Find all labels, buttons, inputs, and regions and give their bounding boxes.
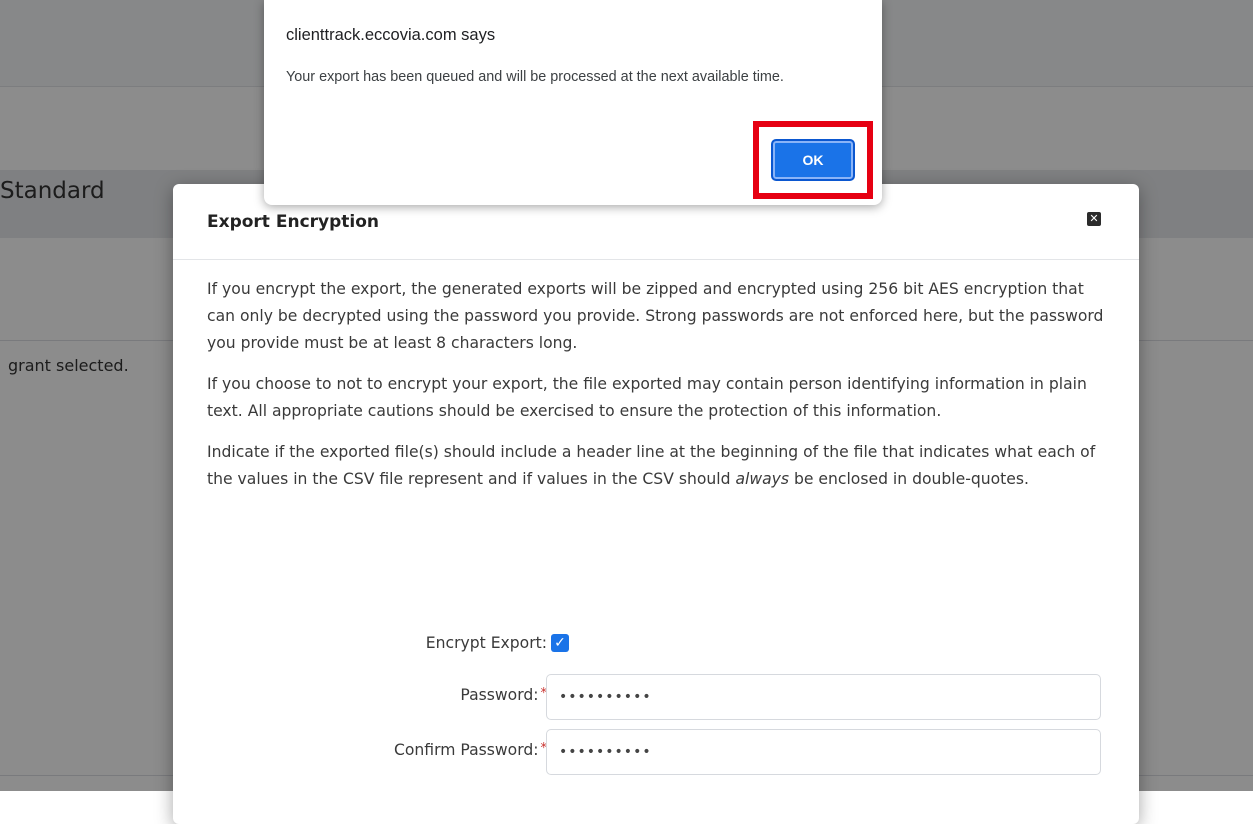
export-encryption-modal: Export Encryption ✕ If you encrypt the e… <box>173 184 1139 824</box>
emphasis-text: always <box>735 470 790 488</box>
password-input[interactable]: •••••••••• <box>546 674 1101 720</box>
modal-title: Export Encryption <box>207 212 380 232</box>
header-line-info-paragraph: Indicate if the exported file(s) should … <box>207 439 1113 493</box>
close-icon[interactable]: ✕ <box>1087 212 1101 226</box>
modal-body: If you encrypt the export, the generated… <box>207 276 1113 507</box>
encrypt-export-label: Encrypt Export: <box>425 634 547 652</box>
password-label: Password: * <box>460 686 547 704</box>
alert-message: Your export has been queued and will be … <box>286 69 784 85</box>
confirm-password-row: Confirm Password: * •••••••••• <box>173 729 1139 775</box>
no-encryption-warning-paragraph: If you choose to not to encrypt your exp… <box>207 375 1087 420</box>
encrypt-export-row: Encrypt Export: ✓ <box>173 622 1139 668</box>
password-label-text: Password: <box>460 686 539 704</box>
encryption-info-paragraph: If you encrypt the export, the generated… <box>207 280 1104 352</box>
password-row: Password: * •••••••••• <box>173 674 1139 720</box>
paragraph-text: be enclosed in double-quotes. <box>789 470 1029 488</box>
browser-alert-dialog: clienttrack.eccovia.com says Your export… <box>264 0 882 205</box>
ok-button[interactable]: OK <box>771 139 855 181</box>
confirm-password-input[interactable]: •••••••••• <box>546 729 1101 775</box>
encrypt-export-checkbox[interactable]: ✓ <box>551 634 569 652</box>
confirm-password-label: Confirm Password: * <box>394 741 547 759</box>
confirm-password-label-text: Confirm Password: <box>393 741 539 759</box>
alert-origin-text: clienttrack.eccovia.com says <box>286 26 496 44</box>
